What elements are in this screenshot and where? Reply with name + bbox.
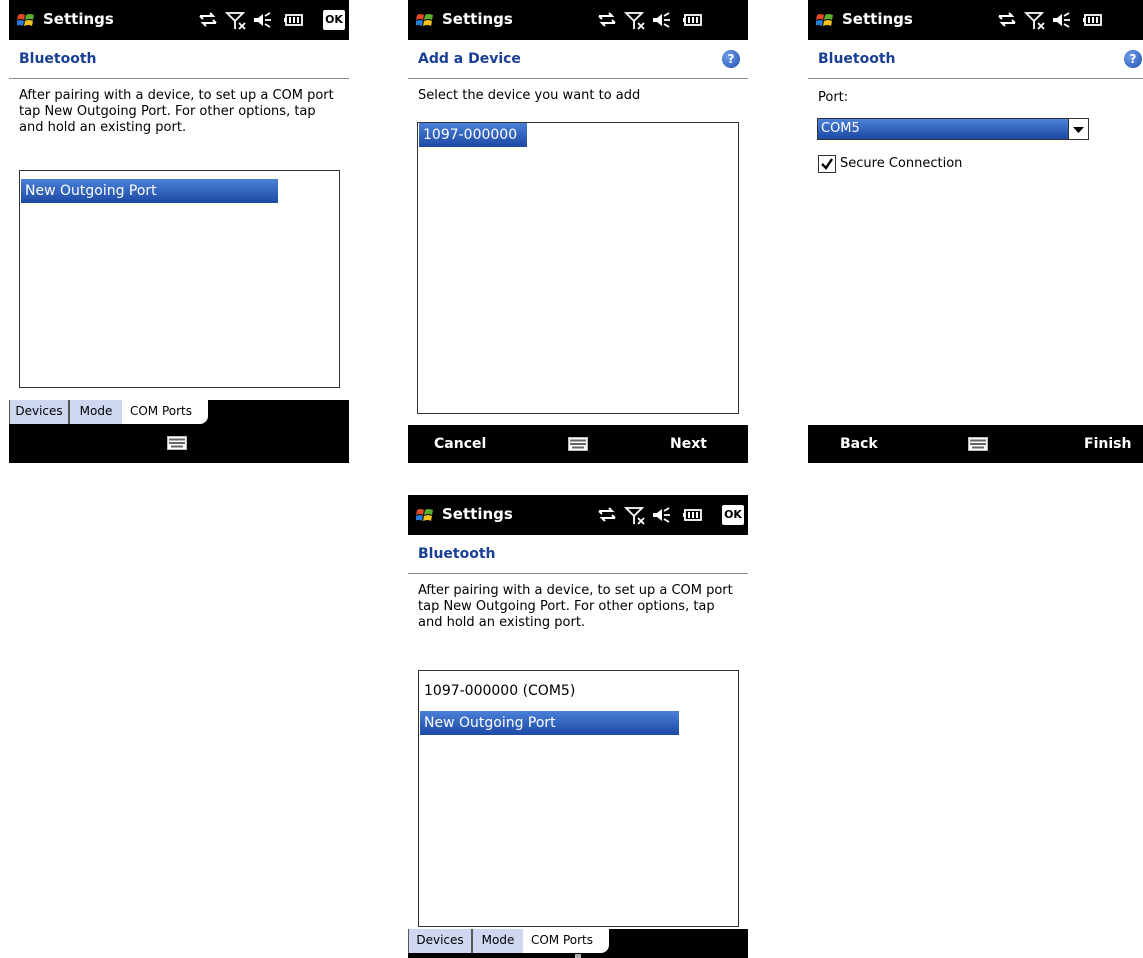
status-icons: [988, 10, 1143, 30]
list-item-new-outgoing-port[interactable]: New Outgoing Port: [420, 711, 679, 735]
soft-key-bar: [9, 424, 349, 463]
windows-flag-icon[interactable]: [816, 12, 834, 28]
battery-icon[interactable]: [1082, 10, 1104, 30]
windows-flag-icon[interactable]: [416, 507, 434, 523]
tab-mode[interactable]: Mode: [69, 400, 123, 425]
checkmark-icon: [821, 158, 833, 170]
sync-arrows-icon[interactable]: [596, 10, 618, 30]
no-signal-icon[interactable]: [624, 505, 646, 525]
app-title: Settings: [43, 10, 114, 28]
app-title: Settings: [442, 10, 513, 28]
finish-button[interactable]: Finish: [1084, 425, 1131, 463]
list-item-com-port[interactable]: 1097-000000 (COM5): [420, 679, 684, 703]
port-select-value: COM5: [818, 119, 1068, 139]
tab-com-ports[interactable]: COM Ports: [523, 929, 601, 953]
ok-button[interactable]: OK: [323, 10, 345, 30]
list-item-new-outgoing-port[interactable]: New Outgoing Port: [21, 179, 278, 203]
status-icons: [588, 10, 748, 30]
title-bar: Settings OK: [9, 0, 349, 40]
soft-key-bar: Cancel Next: [408, 425, 748, 463]
back-button[interactable]: Back: [840, 425, 878, 463]
port-select[interactable]: COM5: [817, 118, 1089, 140]
tab-devices[interactable]: Devices: [9, 400, 69, 425]
screen-bluetooth-com-ports-result: Settings OK Bluetooth After pairing with…: [408, 495, 748, 958]
page-subtitle: Add a Device: [418, 51, 521, 67]
speaker-muted-icon[interactable]: [650, 10, 672, 30]
screen-bluetooth-com-ports: Settings OK Bluetooth After pairing with…: [9, 0, 349, 463]
app-title: Settings: [842, 10, 913, 28]
sync-arrows-icon[interactable]: [197, 10, 219, 30]
sync-arrows-icon[interactable]: [996, 10, 1018, 30]
tab-mode[interactable]: Mode: [472, 929, 524, 954]
secure-connection-label[interactable]: Secure Connection: [840, 156, 962, 171]
tab-bar: Devices Mode COM Ports: [9, 400, 349, 425]
tab-devices[interactable]: Devices: [408, 929, 472, 954]
list-item-device[interactable]: 1097-000000: [419, 123, 527, 147]
cancel-button[interactable]: Cancel: [434, 425, 486, 463]
tab-tail: [200, 400, 208, 424]
instructions-text: Select the device you want to add: [418, 88, 641, 103]
sync-arrows-icon[interactable]: [596, 505, 618, 525]
title-bar: Settings: [408, 0, 748, 40]
tab-com-ports[interactable]: COM Ports: [122, 400, 200, 424]
subheader: Bluetooth: [408, 535, 748, 574]
ports-listbox[interactable]: 1097-000000 (COM5) New Outgoing Port: [418, 670, 739, 927]
ports-listbox[interactable]: New Outgoing Port: [19, 170, 340, 388]
soft-key-bar: Back Finish: [808, 425, 1143, 463]
page-subtitle: Bluetooth: [418, 546, 496, 562]
port-label: Port:: [818, 90, 849, 105]
speaker-muted-icon[interactable]: [1050, 10, 1072, 30]
instructions-text: After pairing with a device, to set up a…: [19, 88, 334, 135]
screen-port-settings: Settings Bluetooth ? Port: COM5 Secure C…: [808, 0, 1143, 463]
battery-icon[interactable]: [283, 10, 305, 30]
keyboard-icon[interactable]: [568, 954, 588, 958]
subheader: Bluetooth: [9, 40, 349, 79]
tab-tail: [601, 929, 609, 953]
battery-icon[interactable]: [682, 10, 704, 30]
windows-flag-icon[interactable]: [416, 12, 434, 28]
devices-listbox[interactable]: 1097-000000: [417, 122, 739, 414]
subheader: Add a Device ?: [408, 40, 748, 79]
instructions-text: After pairing with a device, to set up a…: [418, 583, 733, 630]
screen-add-device: Settings Add a Device ? Select the devic…: [408, 0, 748, 463]
no-signal-icon[interactable]: [225, 10, 247, 30]
keyboard-icon[interactable]: [568, 437, 588, 451]
title-bar: Settings OK: [408, 495, 748, 535]
title-bar: Settings: [808, 0, 1143, 40]
battery-icon[interactable]: [682, 505, 704, 525]
secure-connection-checkbox[interactable]: [818, 155, 836, 173]
speaker-muted-icon[interactable]: [650, 505, 672, 525]
help-icon[interactable]: ?: [1124, 50, 1142, 68]
page-subtitle: Bluetooth: [19, 51, 97, 67]
windows-flag-icon[interactable]: [17, 12, 35, 28]
keyboard-icon[interactable]: [167, 436, 187, 450]
page-subtitle: Bluetooth: [818, 51, 896, 67]
subheader: Bluetooth ?: [808, 40, 1143, 79]
app-title: Settings: [442, 505, 513, 523]
keyboard-icon[interactable]: [968, 437, 988, 451]
next-button[interactable]: Next: [670, 425, 707, 463]
help-icon[interactable]: ?: [722, 50, 740, 68]
tab-bar: Devices Mode COM Ports: [408, 929, 748, 954]
no-signal-icon[interactable]: [1024, 10, 1046, 30]
no-signal-icon[interactable]: [624, 10, 646, 30]
speaker-muted-icon[interactable]: [251, 10, 273, 30]
ok-button[interactable]: OK: [722, 505, 744, 525]
dropdown-arrow-icon[interactable]: [1068, 119, 1088, 139]
